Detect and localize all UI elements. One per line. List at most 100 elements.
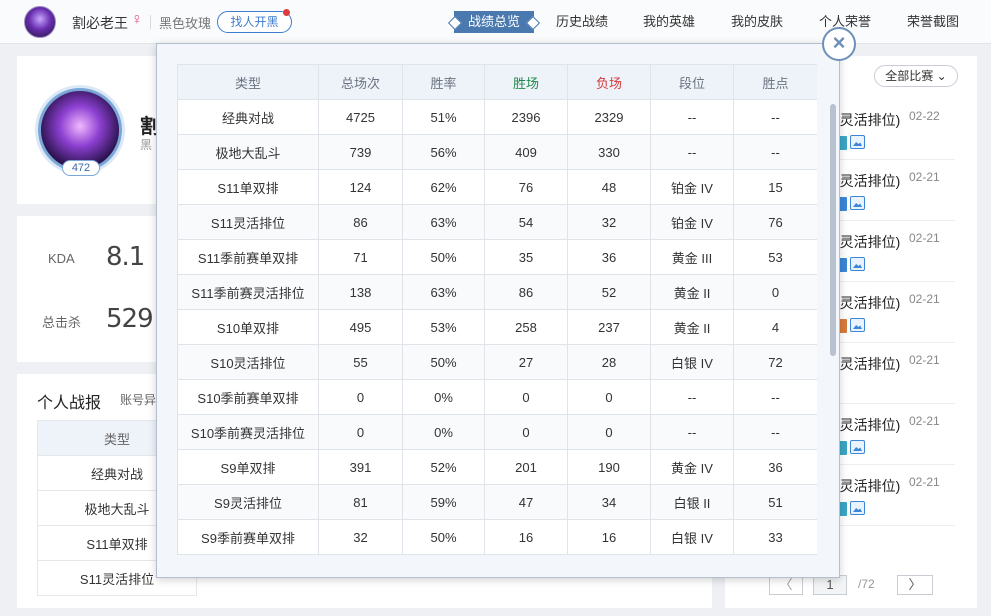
modal-scrollbar[interactable] [830, 104, 836, 356]
table-cell: 铂金 IV [650, 169, 734, 205]
table-cell: 86 [484, 274, 568, 310]
prev-page-button[interactable]: 〈 [769, 575, 803, 595]
tab-my-heroes[interactable]: 我的英雄 [643, 11, 695, 33]
table-cell: 0% [402, 414, 485, 450]
table-cell: S10单双排 [177, 309, 319, 345]
table-cell: 51 [733, 484, 817, 520]
match-item[interactable]: (灵活排位) 02-21 [835, 161, 955, 221]
match-title: (灵活排位) [835, 295, 901, 311]
table-cell: 52 [567, 274, 651, 310]
table-row: S10单双排 495 53% 258 237 黄金 II 4 [177, 309, 817, 345]
table-cell: S11灵活排位 [177, 204, 319, 240]
screenshot-icon[interactable] [850, 440, 865, 454]
table-cell: 0 [484, 379, 568, 415]
table-cell: S11季前赛灵活排位 [177, 274, 319, 310]
table-cell: 2329 [567, 99, 651, 135]
table-cell: 739 [318, 134, 403, 170]
find-team-button[interactable]: 找人开黑 [217, 11, 292, 33]
table-cell: 71 [318, 239, 403, 275]
match-filter-dropdown[interactable]: 全部比赛 ⌄ [874, 65, 958, 87]
season-stats-table: 类型 总场次 胜率 胜场 负场 段位 胜点 经典对战 4725 51% 2396 232… [177, 64, 817, 555]
table-cell: 53 [733, 239, 817, 275]
tab-honor-screenshots[interactable]: 荣誉截图 [907, 11, 959, 33]
table-row: 极地大乱斗 739 56% 409 330 -- -- [177, 134, 817, 170]
column-header-losses: 负场 [567, 64, 651, 100]
table-cell: 极地大乱斗 [177, 134, 319, 170]
profile-server: 黑 [140, 138, 153, 152]
match-date: 02-21 [909, 353, 940, 367]
table-cell: 0 [484, 414, 568, 450]
table-cell: 35 [484, 239, 568, 275]
table-cell: 黄金 III [650, 239, 734, 275]
table-cell: 经典对战 [177, 99, 319, 135]
table-cell: 黄金 II [650, 274, 734, 310]
table-cell: -- [733, 134, 817, 170]
table-cell: 495 [318, 309, 403, 345]
match-title: (灵活排位) [835, 112, 901, 128]
table-cell: 201 [484, 449, 568, 485]
match-item[interactable]: (灵活排位) 02-21 [835, 405, 955, 465]
screenshot-icon[interactable] [850, 501, 865, 515]
match-date: 02-21 [909, 475, 940, 489]
table-cell: S10季前赛单双排 [177, 379, 319, 415]
screenshot-icon[interactable] [850, 318, 865, 332]
table-cell: 409 [484, 134, 568, 170]
current-page[interactable]: 1 [813, 575, 847, 595]
table-cell: 0 [567, 379, 651, 415]
column-header-type: 类型 [177, 64, 319, 100]
table-cell: 76 [733, 204, 817, 240]
table-row: 经典对战 4725 51% 2396 2329 -- -- [177, 99, 817, 135]
match-item[interactable]: (灵活排位) 02-21 [835, 344, 955, 404]
table-cell: 124 [318, 169, 403, 205]
next-page-button[interactable]: 〉 [897, 575, 933, 595]
tab-my-skins[interactable]: 我的皮肤 [731, 11, 783, 33]
table-cell: 黄金 IV [650, 449, 734, 485]
match-date: 02-21 [909, 231, 940, 245]
column-header-wins: 胜场 [484, 64, 568, 100]
match-item[interactable]: (灵活排位) 02-21 [835, 283, 955, 343]
screenshot-icon[interactable] [850, 196, 865, 210]
table-cell: 34 [567, 484, 651, 520]
tab-overview[interactable]: 战绩总览 [454, 11, 535, 33]
user-avatar[interactable] [24, 6, 56, 38]
table-cell: 56% [402, 134, 485, 170]
kills-label: 总击杀 [42, 315, 82, 330]
table-cell: 330 [567, 134, 651, 170]
kda-value: 8.1 [106, 242, 145, 272]
table-cell: 391 [318, 449, 403, 485]
tab-history[interactable]: 历史战绩 [556, 11, 608, 33]
table-row: S10季前赛单双排 0 0% 0 0 -- -- [177, 379, 817, 415]
table-row: S10季前赛灵活排位 0 0% 0 0 -- -- [177, 414, 817, 450]
section-title: 个人战报 [37, 395, 102, 412]
table-cell: S11季前赛单双排 [177, 239, 319, 275]
table-row: S11季前赛单双排 71 50% 35 36 黄金 III 53 [177, 239, 817, 275]
match-item[interactable]: (灵活排位) 02-22 [835, 100, 955, 160]
table-cell: 16 [484, 519, 568, 555]
table-cell: 55 [318, 344, 403, 380]
table-cell: S10灵活排位 [177, 344, 319, 380]
table-cell: 51% [402, 99, 485, 135]
table-cell: 0 [318, 379, 403, 415]
table-cell: 62% [402, 169, 485, 205]
column-header-rank: 段位 [650, 64, 734, 100]
server-name: 黑色玫瑰 [159, 16, 212, 31]
table-cell: 27 [484, 344, 568, 380]
table-cell: 33 [733, 519, 817, 555]
close-icon[interactable]: × [822, 27, 856, 61]
table-row: S9单双排 391 52% 201 190 黄金 IV 36 [177, 449, 817, 485]
table-cell: 15 [733, 169, 817, 205]
table-cell: 50% [402, 519, 485, 555]
modal-scroll-area[interactable]: 类型 总场次 胜率 胜场 负场 段位 胜点 经典对战 4725 51% 2396 232… [177, 64, 817, 556]
table-cell: 52% [402, 449, 485, 485]
table-cell: 16 [567, 519, 651, 555]
screenshot-icon[interactable] [850, 135, 865, 149]
table-cell: 铂金 IV [650, 204, 734, 240]
match-item[interactable]: (灵活排位) 02-21 [835, 222, 955, 282]
table-cell: -- [650, 414, 734, 450]
chevron-down-icon: ⌄ [936, 69, 947, 83]
match-item[interactable]: (灵活排位) 02-21 [835, 466, 955, 526]
screenshot-icon[interactable] [850, 257, 865, 271]
notification-dot [283, 9, 290, 16]
table-cell: 36 [567, 239, 651, 275]
column-header-lp: 胜点 [733, 64, 817, 100]
